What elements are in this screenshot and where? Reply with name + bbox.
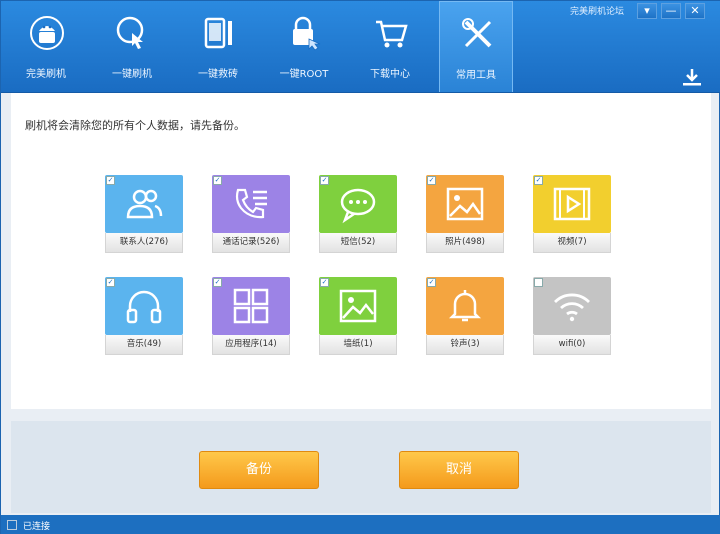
- nav-label: 一键ROOT: [279, 69, 329, 80]
- tile-videos[interactable]: ✓ 视频(7): [533, 175, 611, 255]
- backup-notice: 刷机将会清除您的所有个人数据，请先备份。: [25, 119, 245, 132]
- bell-icon: [448, 290, 482, 322]
- nav-item-root[interactable]: 一键ROOT: [267, 1, 341, 92]
- nav-item-unbrick[interactable]: 一键救砖: [181, 1, 255, 92]
- minimize-button[interactable]: —: [661, 3, 681, 19]
- tile-label: 铃声(3): [426, 335, 504, 355]
- tile-checkbox[interactable]: ✓: [213, 176, 222, 185]
- download-arrow-icon[interactable]: [681, 67, 703, 87]
- cart-icon: [376, 20, 408, 48]
- sms-icon: [340, 188, 376, 224]
- nav-label: 常用工具: [456, 70, 496, 81]
- tile-checkbox[interactable]: ✓: [106, 176, 115, 185]
- contacts-icon: [126, 189, 163, 219]
- forum-link[interactable]: 完美刷机论坛: [570, 4, 624, 17]
- lock-hand-icon: [293, 16, 321, 51]
- tile-face: [105, 175, 183, 233]
- tile-face: [212, 277, 290, 335]
- nav-label: 完美刷机: [26, 69, 66, 80]
- tile-contacts[interactable]: ✓ 联系人(276): [105, 175, 183, 255]
- touch-circle-icon: [116, 16, 144, 49]
- tile-checkbox[interactable]: ✓: [106, 278, 115, 287]
- nav-label: 一键刷机: [112, 69, 152, 80]
- photo-icon: [446, 187, 484, 221]
- nav-item-perfect-flash[interactable]: 完美刷机: [9, 1, 83, 92]
- tile-checkbox[interactable]: ✓: [427, 278, 436, 287]
- tile-face: [319, 277, 397, 335]
- main-nav: 完美刷机 一键刷机 一键救砖 一键ROOT 下载中心 常用工具: [9, 1, 525, 92]
- tile-call-log[interactable]: ✓ 通话记录(526): [212, 175, 290, 255]
- tile-photos[interactable]: ✓ 照片(498): [426, 175, 504, 255]
- nav-item-download-center[interactable]: 下载中心: [353, 1, 427, 92]
- video-icon: [553, 187, 591, 221]
- tile-checkbox[interactable]: ✓: [213, 278, 222, 287]
- close-button[interactable]: ✕: [685, 3, 705, 19]
- phone-tools-icon: [204, 17, 232, 49]
- tile-checkbox[interactable]: ✓: [320, 176, 329, 185]
- tile-checkbox[interactable]: ✓: [320, 278, 329, 287]
- tile-label: 照片(498): [426, 233, 504, 253]
- tile-label: 通话记录(526): [212, 233, 290, 253]
- tile-label: 音乐(49): [105, 335, 183, 355]
- tile-label: 应用程序(14): [212, 335, 290, 355]
- top-toolbar: 完美刷机 一键刷机 一键救砖 一键ROOT 下载中心 常用工具 完美刷机论坛 ▾…: [1, 1, 720, 93]
- connection-status-text: 已连接: [23, 522, 51, 532]
- tile-music[interactable]: ✓ 音乐(49): [105, 277, 183, 357]
- action-footer: 备份 取消: [11, 421, 711, 513]
- tile-face: [212, 175, 290, 233]
- tile-wallpaper[interactable]: ✓ 墙纸(1): [319, 277, 397, 357]
- nav-label: 下载中心: [370, 69, 410, 80]
- tile-face: [105, 277, 183, 335]
- wallpaper-icon: [339, 289, 377, 323]
- headphones-icon: [126, 290, 162, 324]
- cancel-button[interactable]: 取消: [399, 451, 519, 489]
- tile-label: 联系人(276): [105, 233, 183, 253]
- tile-face: [319, 175, 397, 233]
- nav-item-one-click-flash[interactable]: 一键刷机: [95, 1, 169, 92]
- tile-sms[interactable]: ✓ 短信(52): [319, 175, 397, 255]
- menu-dropdown-button[interactable]: ▾: [637, 3, 657, 19]
- tile-face: [533, 175, 611, 233]
- tile-apps[interactable]: ✓ 应用程序(14): [212, 277, 290, 357]
- backup-button[interactable]: 备份: [199, 451, 319, 489]
- tile-wifi[interactable]: wifi(0): [533, 277, 611, 357]
- app-window: 完美刷机 一键刷机 一键救砖 一键ROOT 下载中心 常用工具 完美刷机论坛 ▾…: [0, 0, 720, 534]
- tile-label: 墙纸(1): [319, 335, 397, 355]
- tools-icon: [462, 18, 492, 48]
- tile-ringtones[interactable]: ✓ 铃声(3): [426, 277, 504, 357]
- backup-panel: 刷机将会清除您的所有个人数据，请先备份。 ✓ 联系人(276) ✓ 通话记录(5…: [11, 93, 711, 409]
- tile-checkbox[interactable]: [534, 278, 543, 287]
- connection-status-icon: [7, 520, 17, 530]
- apps-grid-icon: [233, 288, 269, 324]
- android-icon: [30, 16, 64, 50]
- tile-label: wifi(0): [533, 335, 611, 355]
- wifi-icon: [554, 293, 590, 322]
- tile-face: [533, 277, 611, 335]
- tile-checkbox[interactable]: ✓: [534, 176, 543, 185]
- tile-label: 视频(7): [533, 233, 611, 253]
- nav-item-common-tools[interactable]: 常用工具: [439, 1, 513, 92]
- tile-checkbox[interactable]: ✓: [427, 176, 436, 185]
- tile-face: [426, 175, 504, 233]
- call-log-icon: [235, 188, 267, 219]
- tile-face: [426, 277, 504, 335]
- nav-label: 一键救砖: [198, 69, 238, 80]
- tile-label: 短信(52): [319, 233, 397, 253]
- status-bar: 已连接: [1, 515, 720, 534]
